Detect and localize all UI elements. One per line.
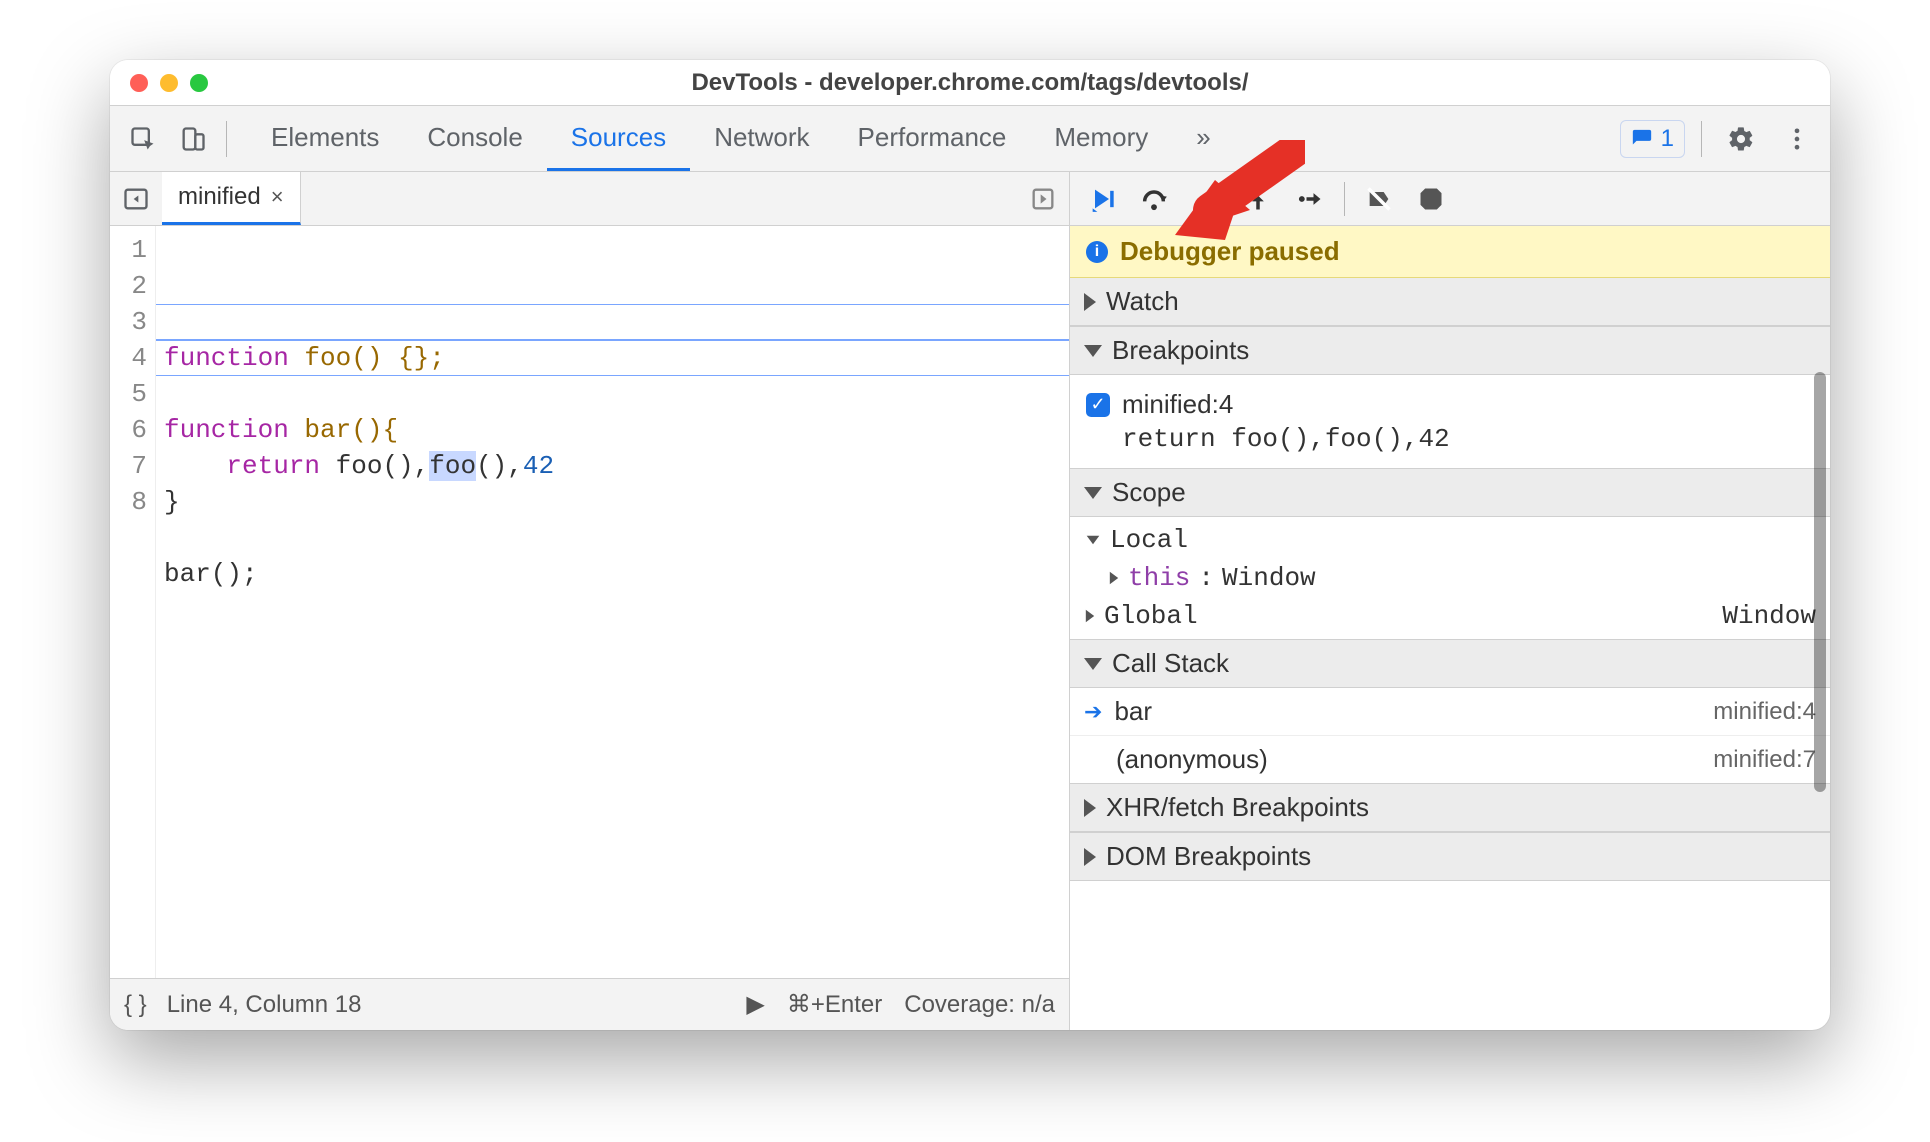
more-files-icon[interactable] (1017, 176, 1069, 222)
editor-statusbar: { } Line 4, Column 18 ▶ ⌘+Enter Coverage… (110, 978, 1069, 1030)
chevron-right-icon (1084, 848, 1096, 866)
callstack-header[interactable]: Call Stack (1070, 640, 1830, 688)
xhr-pane: XHR/fetch Breakpoints (1070, 784, 1830, 833)
settings-icon[interactable] (1718, 116, 1764, 162)
tab-elements[interactable]: Elements (247, 106, 403, 171)
tab-performance[interactable]: Performance (834, 106, 1031, 171)
breakpoint-item[interactable]: ✓ minified:4 return foo(),foo(),42 (1082, 383, 1818, 460)
minimize-window-button[interactable] (160, 74, 178, 92)
watch-header[interactable]: Watch (1070, 278, 1830, 326)
divider (226, 121, 227, 157)
current-frame-icon: ➔ (1084, 699, 1102, 725)
xhr-header[interactable]: XHR/fetch Breakpoints (1070, 784, 1830, 832)
workspace: minified × 1 2 3 4 5 6 7 8 (110, 172, 1830, 1030)
callstack-frame[interactable]: ➔ bar minified:4 (1070, 688, 1830, 735)
callstack-frame[interactable]: (anonymous) minified:7 (1070, 735, 1830, 783)
divider (1701, 121, 1702, 157)
inspect-element-icon[interactable] (120, 116, 166, 162)
window-controls (110, 74, 208, 92)
device-toolbar-icon[interactable] (170, 116, 216, 162)
main-toolbar: Elements Console Sources Network Perform… (110, 106, 1830, 172)
window-title: DevTools - developer.chrome.com/tags/dev… (110, 69, 1830, 97)
chevron-down-icon (1087, 536, 1100, 544)
chevron-down-icon (1084, 345, 1102, 357)
tab-memory[interactable]: Memory (1030, 106, 1172, 171)
breakpoints-pane: Breakpoints ✓ minified:4 return foo(),fo… (1070, 327, 1830, 469)
watch-pane: Watch (1070, 278, 1830, 327)
more-menu-icon[interactable] (1774, 116, 1820, 162)
chevron-right-icon (1110, 572, 1118, 585)
run-snippet-icon[interactable]: ▶ (746, 990, 764, 1019)
paused-banner: i Debugger paused (1070, 226, 1830, 278)
pause-exceptions-button[interactable] (1407, 177, 1455, 221)
callstack-title: Call Stack (1112, 648, 1229, 679)
step-into-button[interactable] (1182, 177, 1230, 221)
show-navigator-icon[interactable] (110, 176, 162, 222)
cursor-position: Line 4, Column 18 (167, 991, 362, 1019)
resume-button[interactable] (1078, 177, 1126, 221)
dom-pane: DOM Breakpoints (1070, 833, 1830, 881)
scope-header[interactable]: Scope (1070, 469, 1830, 517)
scope-pane: Scope Local this: Window (1070, 469, 1830, 640)
code-content[interactable]: function foo() {}; function bar(){ retur… (156, 226, 1069, 978)
chevron-right-icon (1086, 610, 1094, 623)
close-window-button[interactable] (130, 74, 148, 92)
step-button[interactable] (1286, 177, 1334, 221)
dom-title: DOM Breakpoints (1106, 841, 1311, 872)
issues-count: 1 (1661, 125, 1674, 153)
run-shortcut: ⌘+Enter (787, 990, 882, 1019)
scope-title: Scope (1112, 477, 1186, 508)
chevron-down-icon (1084, 487, 1102, 499)
callstack-pane: Call Stack ➔ bar minified:4 (ano (1070, 640, 1830, 784)
maximize-window-button[interactable] (190, 74, 208, 92)
scope-global[interactable]: Global Window (1078, 597, 1822, 635)
divider (1344, 182, 1345, 216)
step-over-button[interactable] (1130, 177, 1178, 221)
coverage-status: Coverage: n/a (904, 991, 1055, 1019)
checkbox-checked-icon[interactable]: ✓ (1086, 393, 1110, 417)
pretty-print-icon[interactable]: { } (124, 991, 147, 1019)
chevron-right-icon (1084, 293, 1096, 311)
line-gutter: 1 2 3 4 5 6 7 8 (110, 226, 156, 978)
code-editor[interactable]: 1 2 3 4 5 6 7 8 function foo() {}; funct… (110, 226, 1069, 978)
debugger-toolbar (1070, 172, 1830, 226)
file-tab-label: minified (178, 183, 261, 211)
watch-title: Watch (1106, 286, 1179, 317)
titlebar: DevTools - developer.chrome.com/tags/dev… (110, 60, 1830, 106)
xhr-title: XHR/fetch Breakpoints (1106, 792, 1369, 823)
breakpoint-code: return foo(),foo(),42 (1086, 424, 1814, 454)
scrollbar[interactable] (1814, 372, 1826, 792)
paused-message: Debugger paused (1120, 236, 1340, 267)
deactivate-breakpoints-button[interactable] (1355, 177, 1403, 221)
tab-network[interactable]: Network (690, 106, 833, 171)
chevron-down-icon (1084, 658, 1102, 670)
panel-tabs: Elements Console Sources Network Perform… (247, 106, 1235, 171)
scope-local[interactable]: Local (1078, 521, 1822, 559)
tab-console[interactable]: Console (403, 106, 546, 171)
file-tab-minified[interactable]: minified × (162, 172, 301, 225)
tab-sources[interactable]: Sources (547, 106, 690, 171)
scope-this[interactable]: this: Window (1078, 559, 1822, 597)
step-out-button[interactable] (1234, 177, 1282, 221)
debugger-panel: i Debugger paused Watch Breakpoints (1070, 172, 1830, 1030)
chevron-right-icon (1084, 799, 1096, 817)
issues-button[interactable]: 1 (1620, 120, 1685, 158)
breakpoints-header[interactable]: Breakpoints (1070, 327, 1830, 375)
file-tab-bar: minified × (110, 172, 1069, 226)
breakpoint-label: minified:4 (1122, 389, 1233, 420)
devtools-window: DevTools - developer.chrome.com/tags/dev… (110, 60, 1830, 1030)
dom-header[interactable]: DOM Breakpoints (1070, 833, 1830, 881)
source-panel: minified × 1 2 3 4 5 6 7 8 (110, 172, 1070, 1030)
breakpoints-title: Breakpoints (1112, 335, 1249, 366)
info-icon: i (1086, 241, 1108, 263)
close-icon[interactable]: × (271, 186, 284, 208)
tabs-overflow[interactable]: » (1172, 106, 1234, 171)
